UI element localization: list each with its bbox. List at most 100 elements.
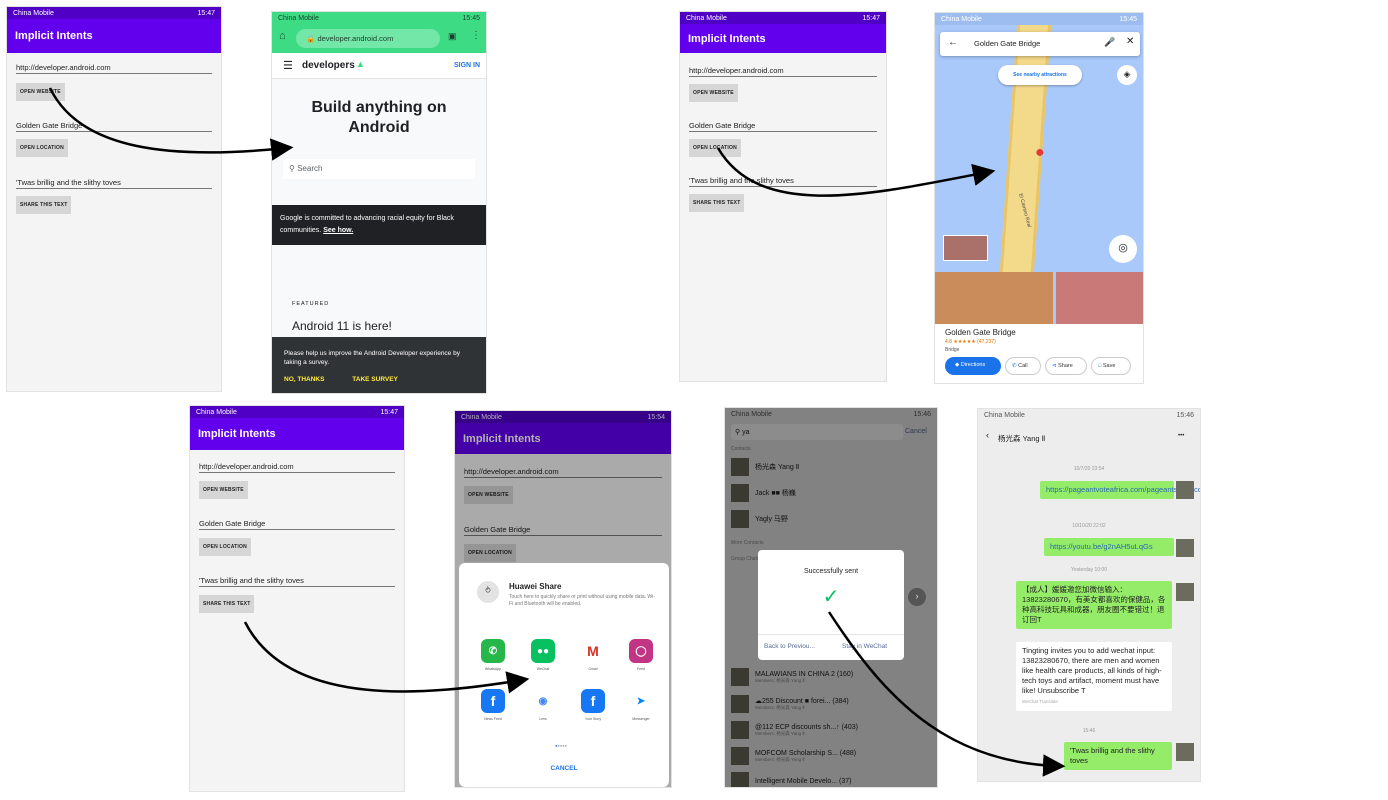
bridge-photo-1[interactable] — [935, 272, 1053, 324]
my-location-icon[interactable]: ◎ — [1109, 235, 1137, 263]
self-avatar[interactable] — [1176, 743, 1194, 761]
featured-label: FEATURED — [292, 301, 330, 307]
directions-icon: ◆ — [955, 362, 960, 368]
back-icon[interactable]: ‹ — [986, 430, 989, 440]
open-location-button[interactable]: OPEN LOCATION — [199, 538, 251, 556]
phone-app-2: China Mobile 15:47 Implicit Intents http:… — [679, 11, 887, 382]
featured-title[interactable]: Android 11 is here! — [292, 319, 392, 333]
huawei-share-title[interactable]: Huawei Share — [509, 582, 561, 591]
no-thanks-button[interactable]: NO, THANKS — [284, 376, 324, 383]
location-pin-icon[interactable]: ● — [1035, 144, 1045, 162]
app-bar: Implicit Intents — [190, 418, 404, 450]
share-app-news-feed[interactable]: f News Feed — [479, 689, 507, 721]
share-text-button[interactable]: SHARE THIS TEXT — [199, 595, 255, 613]
call-button[interactable]: ✆ Call — [1005, 357, 1041, 375]
share-button[interactable]: ⊲ Share — [1045, 357, 1087, 375]
home-icon[interactable]: ⌂ — [279, 30, 286, 42]
share-text-button[interactable]: SHARE THIS TEXT — [689, 194, 745, 212]
share-app-wechat[interactable]: ●● WeChat — [529, 639, 557, 671]
chat-translation[interactable]: Tingting invites you to add wechat input… — [1016, 642, 1172, 711]
url-bar[interactable]: 🔒 developer.android.com — [296, 29, 440, 48]
lens-icon: ◉ — [531, 689, 555, 713]
search-icon: ⚲ — [289, 164, 295, 173]
street-view-thumbnail[interactable] — [943, 235, 988, 261]
carrier: China Mobile — [941, 15, 982, 23]
share-icon: ⊲ — [1052, 363, 1057, 369]
share-app-instagram[interactable]: ◯ Feed — [627, 639, 655, 671]
chevron-right-icon[interactable]: › — [908, 588, 926, 606]
open-location-button[interactable]: OPEN LOCATION — [16, 139, 68, 157]
phone-app-1: China Mobile 15:47 Implicit Intents http:… — [6, 6, 222, 392]
more-icon[interactable]: ••• — [1178, 433, 1184, 439]
share-app-your-story[interactable]: f Your Story — [579, 689, 607, 721]
self-avatar[interactable] — [1176, 481, 1194, 499]
share-app-label: News Feed — [484, 717, 502, 721]
bridge-photo-2[interactable] — [1056, 272, 1143, 324]
share-app-messenger[interactable]: ➤ Messenger — [627, 689, 655, 721]
time: 15:47 — [197, 9, 215, 17]
share-text-field[interactable]: 'Twas brillig and the slithy toves — [689, 176, 877, 187]
equity-banner: Google is committed to advancing racial … — [272, 205, 486, 245]
app-title: Implicit Intents — [198, 428, 276, 440]
open-location-button[interactable]: OPEN LOCATION — [689, 139, 741, 157]
take-survey-button[interactable]: TAKE SURVEY — [352, 376, 398, 383]
share-app-label: Your Story — [584, 717, 602, 721]
place-card: Golden Gate Bridge 4.8 ★★★★★ (47,237) Br… — [935, 324, 1143, 383]
share-app-label: WhatsApp — [484, 667, 502, 671]
share-app-lens[interactable]: ◉ Lens — [529, 689, 557, 721]
phone-wechat-chat: China Mobile 15:46 ‹ 杨光森 Yang Ⅱ ••• 10/7/… — [977, 408, 1201, 782]
chat-message-out[interactable]: https://youtu.be/g2nAH5uLqGs — [1044, 538, 1174, 556]
directions-button[interactable]: ◆ Directions — [945, 357, 1001, 375]
timestamp: 15:46 — [1082, 728, 1096, 734]
layers-icon[interactable]: ◈ — [1117, 65, 1137, 85]
cancel-button[interactable]: CANCEL — [459, 765, 669, 772]
open-website-button[interactable]: OPEN WEBSITE — [689, 84, 738, 102]
see-how-link[interactable]: See how. — [323, 227, 353, 234]
location-field[interactable]: Golden Gate Bridge — [199, 519, 395, 530]
bookmark-icon: □ — [1098, 363, 1102, 369]
share-app-whatsapp[interactable]: ✆ WhatsApp — [479, 639, 507, 671]
open-website-button[interactable]: OPEN WEBSITE — [16, 83, 65, 101]
chat-message-out[interactable]: 'Twas brillig and the slithy toves — [1064, 742, 1172, 770]
survey-banner: Please help us improve the Android Devel… — [272, 337, 486, 393]
self-avatar[interactable] — [1176, 539, 1194, 557]
share-text-field[interactable]: 'Twas brillig and the slithy toves — [199, 576, 395, 587]
status-bar: China Mobile 15:46 — [978, 409, 1200, 421]
nearby-chip[interactable]: See nearby attractions — [998, 65, 1082, 85]
huawei-share-icon[interactable]: ⥁ — [477, 581, 499, 603]
hamburger-icon[interactable]: ☰ — [283, 59, 293, 72]
chat-message-in[interactable]: 【成人】媛媛邀您加微信输入：13823280670，有美女都喜欢的保健品，各种高… — [1016, 581, 1172, 629]
back-to-previous-button[interactable]: Back to Previou... — [764, 643, 815, 650]
share-app-gmail[interactable]: M Gmail — [579, 639, 607, 671]
share-label: Share — [1058, 363, 1073, 369]
url-text: developer.android.com — [317, 34, 394, 43]
stay-in-wechat-button[interactable]: Stay in WeChat — [842, 643, 887, 650]
time: 15:45 — [462, 14, 480, 22]
save-button[interactable]: □ Save — [1091, 357, 1131, 375]
share-text-field[interactable]: 'Twas brillig and the slithy toves — [16, 178, 212, 189]
back-icon[interactable]: ← — [948, 37, 958, 48]
sign-in-link[interactable]: SIGN IN — [454, 62, 480, 69]
brand-logo[interactable]: developers — [302, 60, 355, 71]
search-box[interactable]: ⚲ Search — [283, 159, 475, 179]
place-category: Bridge — [945, 347, 960, 353]
url-field[interactable]: http://developer.android.com — [199, 462, 395, 473]
mic-icon[interactable]: 🎤 — [1104, 37, 1115, 48]
carrier: China Mobile — [196, 408, 237, 416]
directions-label: Directions — [960, 362, 986, 368]
location-field[interactable]: Golden Gate Bridge — [16, 121, 212, 132]
carrier: China Mobile — [686, 14, 727, 22]
share-text-button[interactable]: SHARE THIS TEXT — [16, 196, 72, 214]
open-website-button[interactable]: OPEN WEBSITE — [199, 481, 248, 499]
tabs-icon[interactable]: ▣ — [448, 31, 457, 42]
overflow-menu-icon[interactable]: ⋮ — [471, 30, 481, 41]
survey-text: Please help us improve the Android Devel… — [284, 350, 460, 366]
contact-avatar[interactable] — [1176, 583, 1194, 601]
maps-search-bar[interactable]: ← Golden Gate Bridge 🎤 ✕ — [940, 32, 1140, 56]
url-field[interactable]: http://developer.android.com — [689, 66, 877, 77]
location-field[interactable]: Golden Gate Bridge — [689, 121, 877, 132]
close-icon[interactable]: ✕ — [1126, 36, 1134, 47]
url-field[interactable]: http://developer.android.com — [16, 63, 212, 74]
chat-message-out[interactable]: https://pageantvoteafrica.com/pageants/2… — [1040, 481, 1200, 499]
phone-icon: ✆ — [1012, 363, 1017, 369]
